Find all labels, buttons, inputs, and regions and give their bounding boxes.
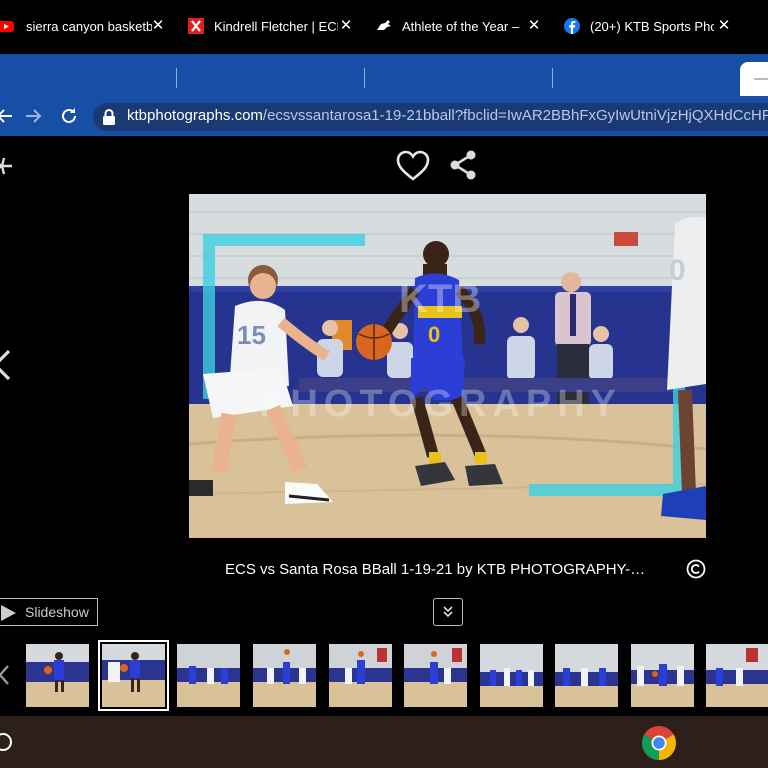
thumbnail[interactable] <box>253 644 316 707</box>
youtube-icon <box>0 18 16 34</box>
copyright-icon[interactable] <box>686 559 706 579</box>
svg-text:0: 0 <box>669 254 686 287</box>
thumbnail[interactable] <box>631 644 694 707</box>
close-icon[interactable]: ✕ <box>526 18 542 34</box>
reload-icon[interactable] <box>57 104 81 128</box>
close-icon[interactable]: ✕ <box>338 18 354 34</box>
chrome-icon[interactable] <box>641 725 677 761</box>
photo-caption: ECS vs Santa Rosa BBall 1-19-21 by KTB P… <box>225 561 646 578</box>
tab-separator <box>364 68 365 88</box>
tab-strip <box>0 54 768 96</box>
tab-hudl[interactable]: Kindrell Fletcher | ECH ✕ <box>188 11 354 41</box>
thumbnail[interactable] <box>26 644 89 707</box>
chevron-left-icon[interactable] <box>0 348 12 382</box>
tab-title: (20+) KTB Sports Pho <box>590 18 714 34</box>
url-path: /ecsvssantarosa1-19-21bball?fbclid=IwAR2… <box>262 107 768 124</box>
url-domain: ktbphotographs.com <box>127 107 263 124</box>
lock-icon <box>103 109 115 125</box>
tab-active[interactable] <box>740 62 768 96</box>
close-icon[interactable]: ✕ <box>150 18 166 34</box>
play-icon <box>1 605 16 621</box>
slideshow-label: Slideshow <box>25 604 89 620</box>
hudl-icon <box>188 18 204 34</box>
tab-youtube[interactable]: sierra canyon basketb ✕ <box>0 11 166 41</box>
double-chevron-down-icon <box>443 606 453 618</box>
photo-illustration: 15 0 0 KTB PHOTOGRAPHY <box>189 194 706 538</box>
tab-title: Kindrell Fletcher | ECH <box>214 18 338 34</box>
tab-separator <box>176 68 177 88</box>
svg-text:KTB: KTB <box>399 277 481 321</box>
tab-athlete[interactable]: Athlete of the Year – S ✕ <box>376 11 542 41</box>
thumbnail-strip <box>0 640 768 712</box>
heart-icon[interactable] <box>396 150 430 182</box>
facebook-icon <box>564 18 580 34</box>
screen: sierra canyon basketb ✕ Kindrell Fletche… <box>0 0 768 768</box>
share-icon[interactable] <box>449 150 479 180</box>
slideshow-button[interactable]: Slideshow <box>0 598 98 626</box>
mustang-icon <box>376 18 392 34</box>
main-photo[interactable]: 15 0 0 KTB PHOTOGRAPHY <box>189 194 706 538</box>
svg-text:15: 15 <box>237 320 266 350</box>
collapse-thumbnails-button[interactable] <box>433 598 463 626</box>
thumbnail-selected[interactable] <box>98 640 169 711</box>
forward-icon[interactable] <box>22 104 46 128</box>
tab-title: Athlete of the Year – S <box>402 18 520 34</box>
svg-text:0: 0 <box>428 322 440 347</box>
back-icon[interactable] <box>0 104 16 128</box>
collapse-arrows-icon[interactable] <box>0 154 14 178</box>
svg-text:PHOTOGRAPHY: PHOTOGRAPHY <box>259 383 622 425</box>
thumbnail[interactable] <box>177 644 240 707</box>
thumbnail[interactable] <box>706 644 768 707</box>
thumbnail[interactable] <box>480 644 543 707</box>
thumbnail[interactable] <box>404 644 467 707</box>
tab-separator <box>552 68 553 88</box>
tab-title: sierra canyon basketb <box>26 18 152 34</box>
close-icon[interactable]: ✕ <box>716 18 732 34</box>
thumbnail[interactable] <box>329 644 392 707</box>
tab-facebook[interactable]: (20+) KTB Sports Pho ✕ <box>564 11 732 41</box>
thumbnail[interactable] <box>555 644 618 707</box>
url-text[interactable]: ktbphotographs.com/ecsvssantarosa1-19-21… <box>127 107 768 124</box>
